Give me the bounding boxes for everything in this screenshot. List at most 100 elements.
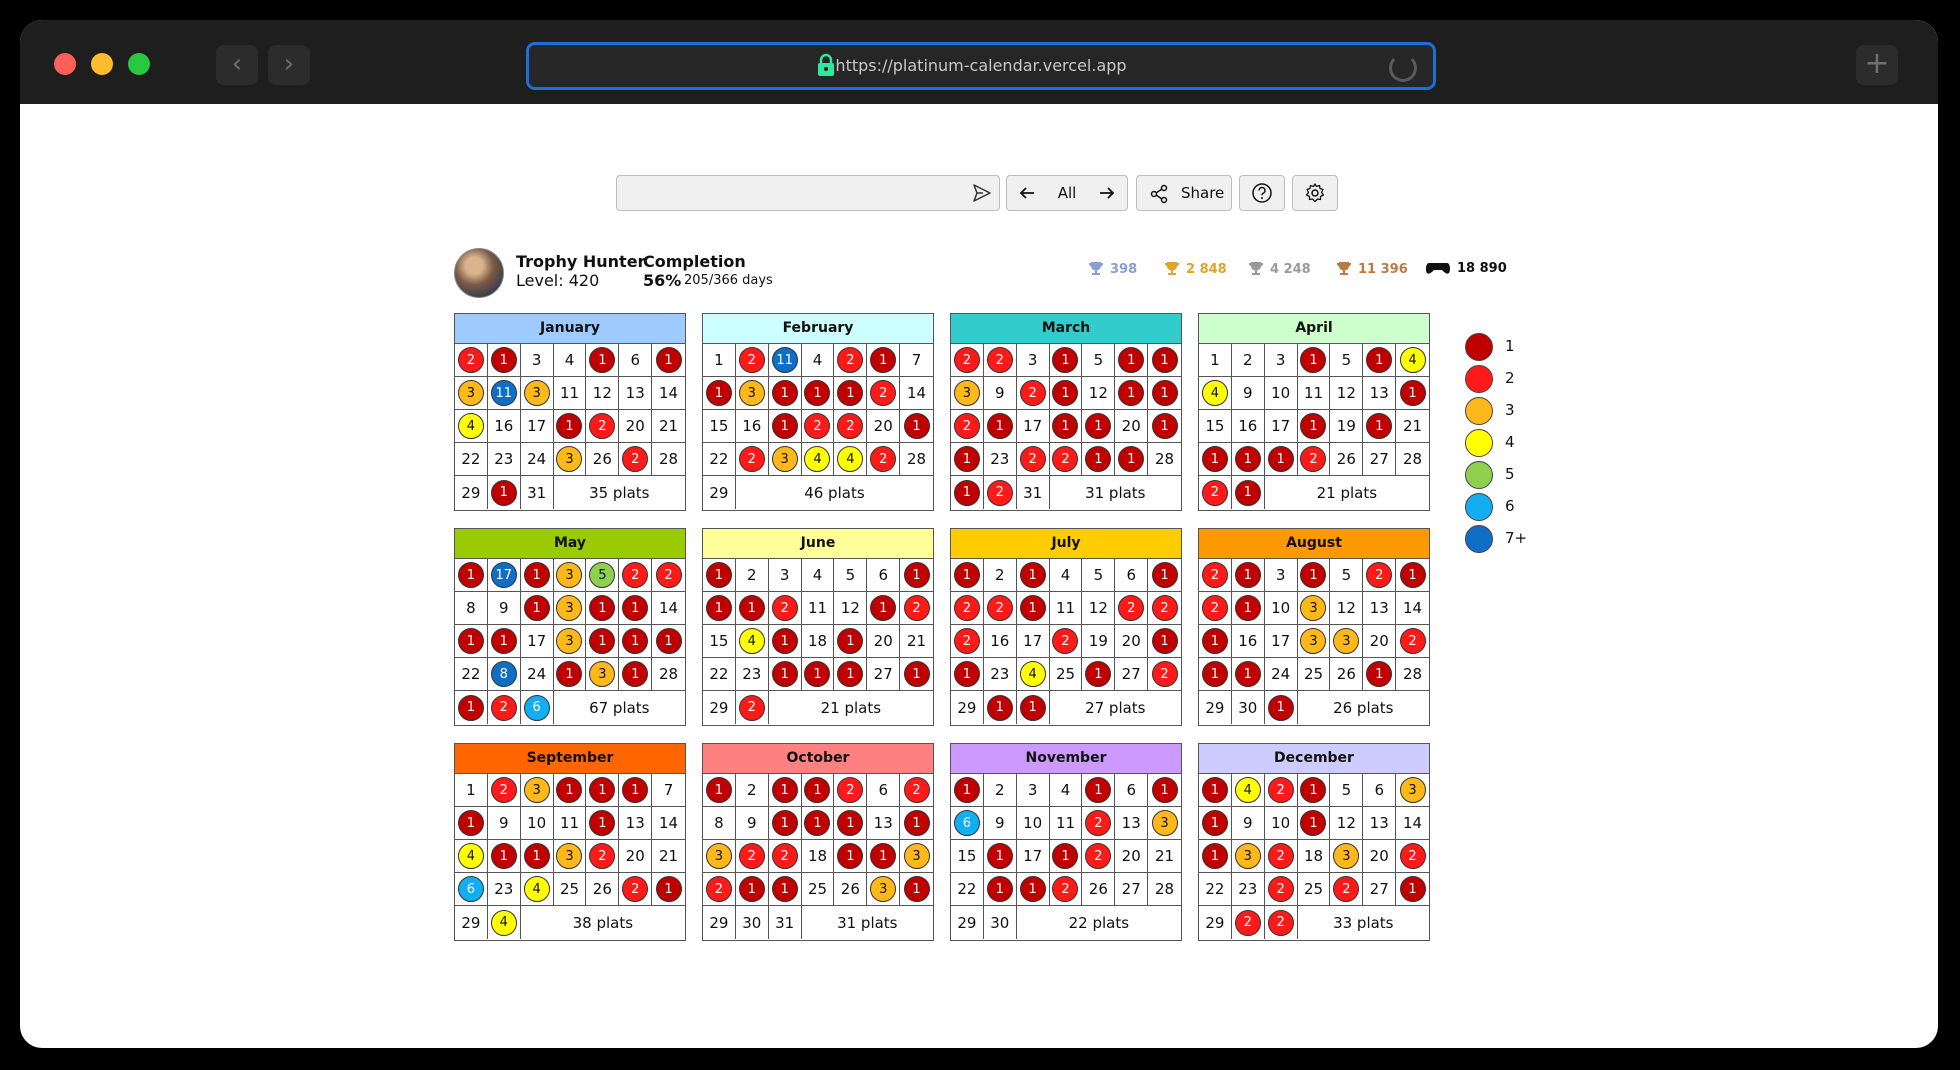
day-cell[interactable]: 29 xyxy=(951,691,984,724)
day-cell[interactable]: 20 xyxy=(1363,840,1397,873)
day-cell[interactable]: 1 xyxy=(703,774,736,807)
day-cell[interactable]: 1 xyxy=(1232,476,1265,509)
day-cell[interactable]: 20 xyxy=(619,410,653,443)
day-cell[interactable]: 13 xyxy=(619,377,653,410)
day-cell[interactable]: 1 xyxy=(520,592,554,625)
day-cell[interactable]: 1 xyxy=(487,840,521,873)
day-cell[interactable]: 1 xyxy=(1148,410,1181,443)
day-cell[interactable]: 3 xyxy=(520,344,554,377)
day-cell[interactable]: 1 xyxy=(984,691,1017,724)
day-cell[interactable]: 3 xyxy=(553,559,587,592)
day-cell[interactable]: 12 xyxy=(1330,377,1364,410)
day-cell[interactable]: 23 xyxy=(735,658,769,691)
day-cell[interactable]: 16 xyxy=(735,410,769,443)
day-cell[interactable]: 1 xyxy=(1199,840,1232,873)
day-cell[interactable]: 3 xyxy=(520,774,554,807)
day-cell[interactable]: 22 xyxy=(1199,873,1232,906)
day-cell[interactable]: 1 xyxy=(1049,840,1083,873)
day-cell[interactable]: 4 xyxy=(1049,774,1083,807)
day-cell[interactable]: 28 xyxy=(1396,658,1429,691)
day-cell[interactable]: 5 xyxy=(834,559,868,592)
day-cell[interactable]: 12 xyxy=(1082,592,1116,625)
day-cell[interactable]: 3 xyxy=(735,377,769,410)
day-cell[interactable]: 29 xyxy=(703,691,736,724)
new-tab-button[interactable]: + xyxy=(1856,45,1898,85)
day-cell[interactable]: 2 xyxy=(867,377,901,410)
address-bar[interactable]: https://platinum-calendar.vercel.app xyxy=(526,42,1436,90)
day-cell[interactable]: 30 xyxy=(736,906,769,939)
day-cell[interactable]: 1 xyxy=(735,873,769,906)
day-cell[interactable]: 9 xyxy=(983,807,1017,840)
day-cell[interactable]: 1 xyxy=(1049,344,1083,377)
day-cell[interactable]: 1 xyxy=(900,807,933,840)
day-cell[interactable]: 26 xyxy=(1330,658,1364,691)
day-cell[interactable]: 11 xyxy=(1297,377,1331,410)
day-cell[interactable]: 11 xyxy=(768,344,802,377)
day-cell[interactable]: 16 xyxy=(1231,410,1265,443)
day-cell[interactable]: 1 xyxy=(488,476,521,509)
day-cell[interactable]: 2 xyxy=(1396,840,1429,873)
day-cell[interactable]: 1 xyxy=(1082,443,1116,476)
day-cell[interactable]: 1 xyxy=(487,344,521,377)
settings-button[interactable] xyxy=(1292,175,1338,211)
day-cell[interactable]: 1 xyxy=(867,592,901,625)
day-cell[interactable]: 23 xyxy=(983,658,1017,691)
day-cell[interactable]: 4 xyxy=(801,344,835,377)
day-cell[interactable]: 1 xyxy=(900,410,933,443)
day-cell[interactable]: 14 xyxy=(900,377,933,410)
day-cell[interactable]: 1 xyxy=(619,774,653,807)
day-cell[interactable]: 1 xyxy=(703,377,736,410)
day-cell[interactable]: 2 xyxy=(1396,625,1429,658)
day-cell[interactable]: 1 xyxy=(455,559,488,592)
day-cell[interactable]: 2 xyxy=(586,410,620,443)
day-cell[interactable]: 1 xyxy=(951,476,984,509)
forward-button[interactable]: › xyxy=(268,45,310,85)
day-cell[interactable]: 17 xyxy=(520,410,554,443)
day-cell[interactable]: 26 xyxy=(586,443,620,476)
maximize-window-button[interactable] xyxy=(128,53,150,75)
day-cell[interactable]: 1 xyxy=(1049,377,1083,410)
day-cell[interactable]: 13 xyxy=(1115,807,1149,840)
day-cell[interactable]: 14 xyxy=(652,807,685,840)
day-cell[interactable]: 2 xyxy=(1199,476,1232,509)
day-cell[interactable]: 2 xyxy=(736,691,769,724)
day-cell[interactable]: 17 xyxy=(520,625,554,658)
day-cell[interactable]: 1 xyxy=(619,592,653,625)
day-cell[interactable]: 2 xyxy=(735,840,769,873)
day-cell[interactable]: 17 xyxy=(1016,410,1050,443)
day-cell[interactable]: 1 xyxy=(1082,410,1116,443)
day-cell[interactable]: 3 xyxy=(1396,774,1429,807)
day-cell[interactable]: 31 xyxy=(521,476,554,509)
day-cell[interactable]: 2 xyxy=(1264,873,1298,906)
day-cell[interactable]: 4 xyxy=(455,840,488,873)
day-cell[interactable]: 2 xyxy=(984,476,1017,509)
day-cell[interactable]: 2 xyxy=(1016,377,1050,410)
day-cell[interactable]: 23 xyxy=(1231,873,1265,906)
day-cell[interactable]: 4 xyxy=(801,559,835,592)
day-cell[interactable]: 1 xyxy=(586,625,620,658)
day-cell[interactable]: 29 xyxy=(455,906,488,939)
day-cell[interactable]: 1 xyxy=(983,840,1017,873)
search-input[interactable] xyxy=(625,179,959,207)
day-cell[interactable]: 1 xyxy=(1231,592,1265,625)
day-cell[interactable]: 3 xyxy=(586,658,620,691)
day-cell[interactable]: 1 xyxy=(834,840,868,873)
day-cell[interactable]: 2 xyxy=(1016,443,1050,476)
day-cell[interactable]: 1 xyxy=(652,873,685,906)
day-cell[interactable]: 3 xyxy=(455,377,488,410)
day-cell[interactable]: 1 xyxy=(487,625,521,658)
day-cell[interactable]: 1 xyxy=(1082,774,1116,807)
minimize-window-button[interactable] xyxy=(91,53,113,75)
day-cell[interactable]: 11 xyxy=(553,377,587,410)
day-cell[interactable]: 27 xyxy=(867,658,901,691)
day-cell[interactable]: 2 xyxy=(1363,559,1397,592)
day-cell[interactable]: 1 xyxy=(1148,344,1181,377)
day-cell[interactable]: 29 xyxy=(1199,906,1232,939)
close-window-button[interactable] xyxy=(54,53,76,75)
day-cell[interactable]: 1 xyxy=(867,344,901,377)
day-cell[interactable]: 5 xyxy=(1330,344,1364,377)
day-cell[interactable]: 2 xyxy=(1232,906,1265,939)
day-cell[interactable]: 9 xyxy=(487,807,521,840)
day-cell[interactable]: 4 xyxy=(801,443,835,476)
day-cell[interactable]: 2 xyxy=(1297,443,1331,476)
